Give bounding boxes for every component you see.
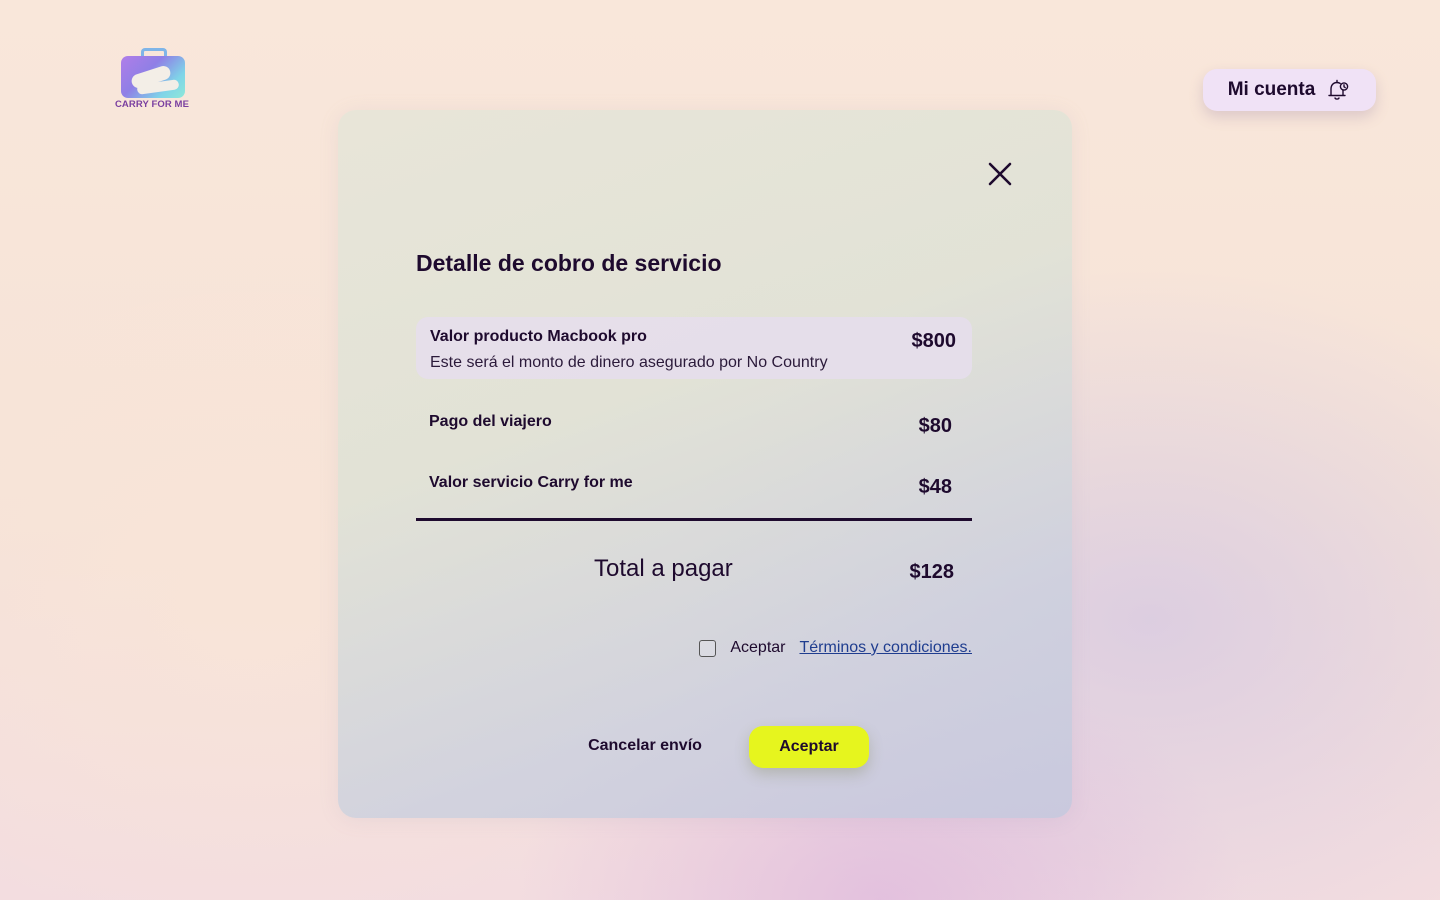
close-button[interactable]	[984, 158, 1016, 190]
brand-name: CARRY FOR ME	[114, 99, 190, 110]
service-fee-label: Valor servicio Carry for me	[429, 474, 633, 491]
total-divider	[416, 518, 972, 521]
traveler-payment-label: Pago del viajero	[429, 413, 552, 430]
bell-icon	[1325, 77, 1351, 103]
product-value-amount: $800	[911, 330, 957, 352]
service-fee-amount: $48	[918, 476, 952, 498]
accept-button[interactable]: Aceptar	[749, 726, 869, 768]
suitcase-hug-icon	[119, 48, 185, 98]
my-account-button[interactable]: Mi cuenta	[1203, 69, 1376, 111]
payment-detail-modal: Detalle de cobro de servicio Valor produ…	[338, 110, 1072, 818]
close-icon	[988, 162, 1012, 186]
terms-accept-text: Aceptar	[730, 639, 786, 656]
brand-logo[interactable]: CARRY FOR ME	[114, 46, 190, 112]
terms-checkbox[interactable]	[699, 639, 717, 657]
terms-row: Aceptar Términos y condiciones.	[699, 639, 972, 657]
cancel-shipment-button[interactable]: Cancelar envío	[584, 727, 706, 765]
traveler-payment-amount: $80	[918, 415, 952, 437]
my-account-label: Mi cuenta	[1227, 79, 1316, 100]
total-label: Total a pagar	[594, 555, 733, 582]
total-amount: $128	[909, 561, 955, 583]
product-value-description: Este será el monto de dinero asegurado p…	[430, 354, 828, 371]
product-value-label: Valor producto Macbook pro	[430, 328, 647, 345]
terms-link[interactable]: Términos y condiciones.	[799, 639, 972, 657]
modal-title: Detalle de cobro de servicio	[416, 250, 722, 276]
